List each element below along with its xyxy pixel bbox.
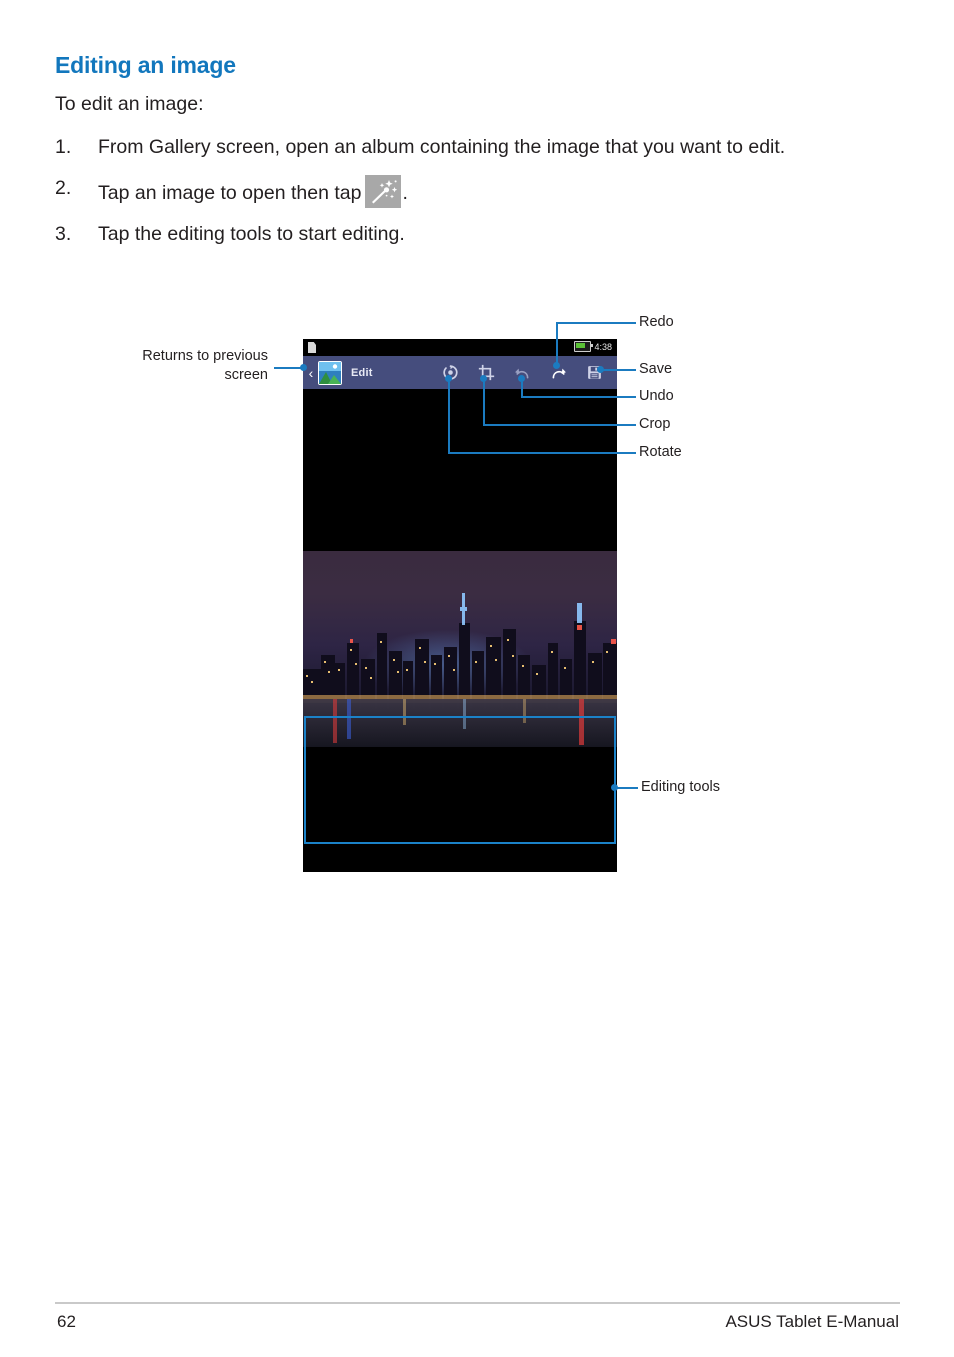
photo-water-reflection xyxy=(303,699,617,747)
app-bar: ‹ Edit xyxy=(303,356,617,390)
intro-text: To edit an image: xyxy=(55,93,204,116)
callout-save-dot xyxy=(597,366,604,373)
steps-list: 1. From Gallery screen, open an album co… xyxy=(55,134,900,248)
status-time: 4:38 xyxy=(594,341,612,352)
status-bar-right: 4:38 xyxy=(574,341,612,352)
callout-crop-line-h xyxy=(483,424,636,426)
callout-crop-line-v xyxy=(483,378,485,424)
page-content: Editing an image To edit an image: 1. Fr… xyxy=(55,52,900,261)
document-icon xyxy=(308,342,316,353)
step-3-number: 3. xyxy=(55,222,72,245)
step-2: 2. Tap an image to open then tap . xyxy=(55,174,900,208)
battery-icon xyxy=(574,341,594,352)
step-1: 1. From Gallery screen, open an album co… xyxy=(55,134,900,162)
redo-button[interactable] xyxy=(540,356,576,389)
footer-divider xyxy=(55,1302,900,1304)
callout-editing-tools-dot xyxy=(611,784,618,791)
callout-returns-dot xyxy=(300,364,307,371)
footer-page-number: 62 xyxy=(57,1312,76,1331)
step-2-text: Tap an image to open then tap xyxy=(98,181,362,204)
magic-wand-icon xyxy=(365,174,402,208)
callout-redo-line-v xyxy=(556,322,558,366)
callout-returns-label: Returns to previous screen xyxy=(142,348,268,383)
step-1-text: From Gallery screen, open an album conta… xyxy=(98,135,786,158)
callout-save-line xyxy=(600,369,636,371)
callout-rotate-dot xyxy=(445,375,452,382)
callout-crop-label: Crop xyxy=(639,416,671,432)
step-2-text-after: . xyxy=(402,181,408,204)
callout-redo-line-h xyxy=(556,322,636,324)
callout-undo-label: Undo xyxy=(639,388,674,404)
rotate-button[interactable] xyxy=(432,356,468,389)
save-button[interactable] xyxy=(576,356,612,389)
callout-rotate-line-v xyxy=(448,378,450,452)
callout-rotate-label: Rotate xyxy=(639,444,682,460)
crop-button[interactable] xyxy=(468,356,504,389)
page-title: Editing an image xyxy=(55,52,236,78)
callout-editing-tools-line xyxy=(616,787,638,789)
callout-undo-line-h xyxy=(521,396,636,398)
step-3: 3. Tap the editing tools to start editin… xyxy=(55,221,900,249)
callout-undo-dot xyxy=(518,375,525,382)
app-bar-title: Edit xyxy=(351,366,373,379)
app-bar-actions xyxy=(432,356,617,389)
step-3-text: Tap the editing tools to start editing. xyxy=(98,222,405,245)
status-bar: 4:38 xyxy=(303,339,617,356)
callout-save-label: Save xyxy=(639,361,673,377)
callout-crop-dot xyxy=(480,375,487,382)
step-1-number: 1. xyxy=(55,135,72,158)
tablet-screen: 4:38 ‹ Edit xyxy=(303,339,617,872)
footer-manual-title: ASUS Tablet E-Manual xyxy=(725,1312,899,1331)
gallery-photo-icon[interactable] xyxy=(318,360,342,385)
photo-viewport[interactable] xyxy=(303,389,617,872)
edited-photo[interactable] xyxy=(303,551,617,747)
callout-redo-label: Redo xyxy=(639,314,674,330)
callout-editing-tools-label: Editing tools xyxy=(641,779,720,795)
step-2-number: 2. xyxy=(55,176,72,199)
callout-rotate-line-h xyxy=(448,452,636,454)
callout-redo-dot xyxy=(553,362,560,369)
